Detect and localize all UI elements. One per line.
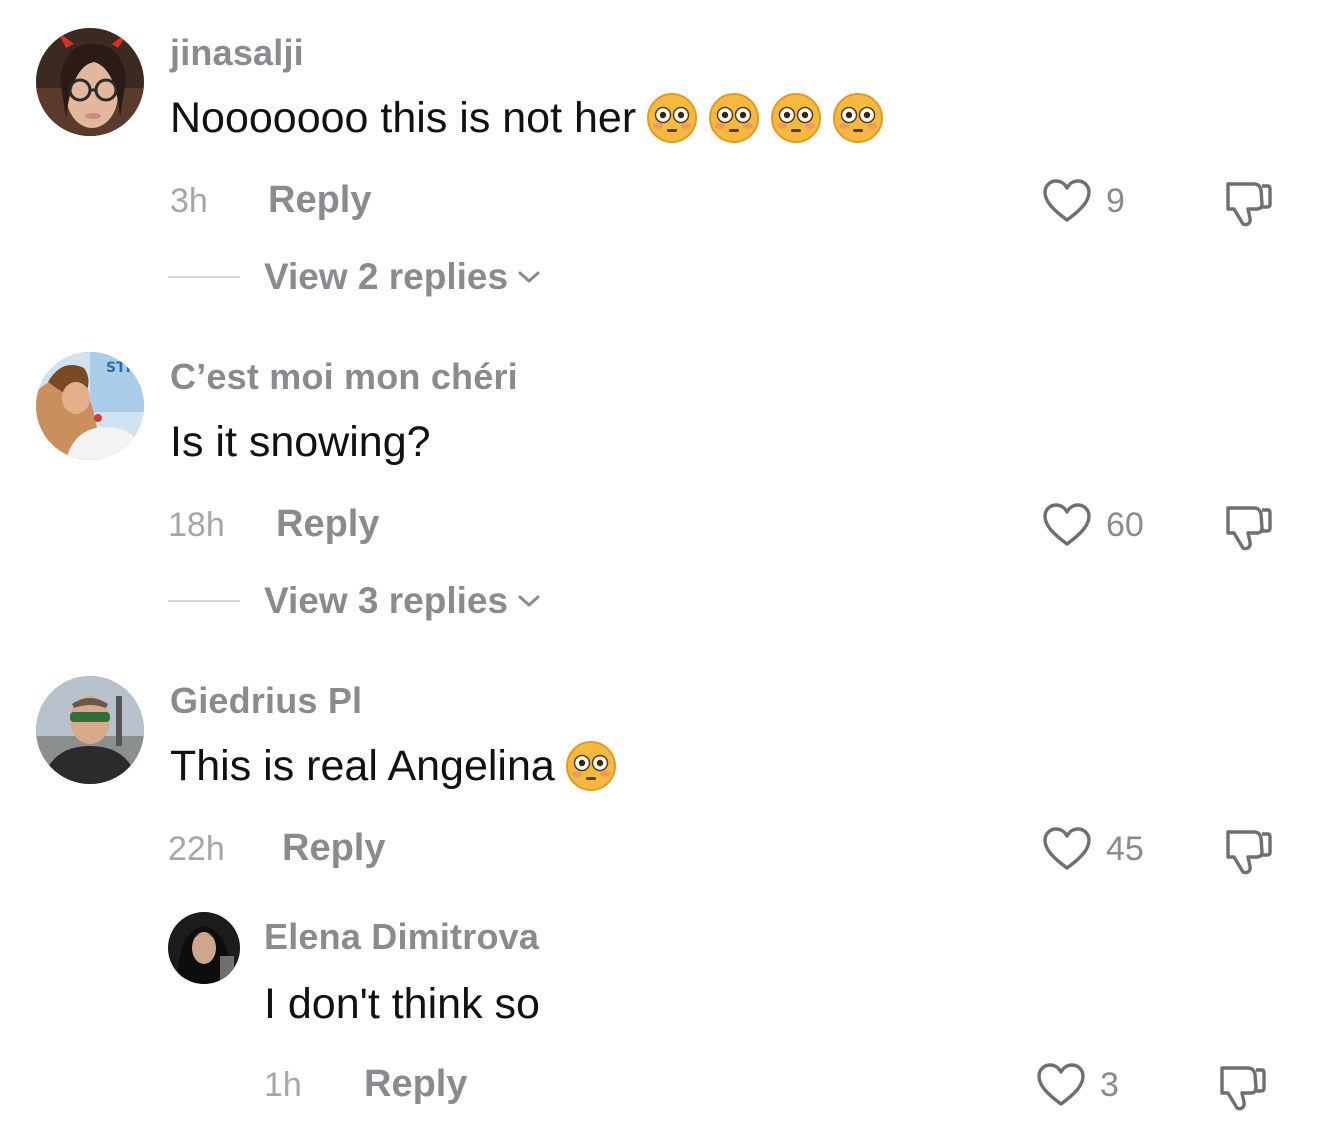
view-replies-button[interactable]: View 3 replies — [168, 580, 542, 622]
comment-text: This is real Angelina — [170, 740, 617, 792]
flushed-face-emoji — [708, 92, 760, 144]
like-button[interactable]: 45 — [1042, 826, 1144, 872]
flushed-face-emoji — [832, 92, 884, 144]
dislike-button[interactable] — [1216, 1062, 1266, 1112]
comment-timestamp: 18h — [168, 506, 225, 544]
comment-username[interactable]: Giedrius Pl — [170, 680, 362, 722]
dislike-button[interactable] — [1222, 826, 1272, 876]
heart-outline-icon — [1043, 827, 1091, 870]
like-button[interactable]: 3 — [1036, 1062, 1119, 1108]
comment-text: Is it snowing? — [170, 416, 431, 468]
flushed-face-emoji — [565, 740, 617, 792]
divider — [168, 600, 240, 602]
reply-button[interactable]: Reply — [282, 827, 385, 870]
heart-outline-icon — [1037, 1063, 1085, 1106]
view-replies-label: View 2 replies — [264, 256, 509, 297]
comment-text-content: This is real Angelina — [170, 741, 555, 790]
flushed-face-emoji — [646, 92, 698, 144]
avatar[interactable]: STIN — [36, 352, 144, 460]
comment-timestamp: 22h — [168, 830, 225, 868]
dislike-button[interactable] — [1222, 502, 1272, 552]
heart-outline-icon — [1043, 179, 1091, 222]
reply-timestamp: 1h — [264, 1066, 302, 1104]
avatar[interactable] — [36, 676, 144, 784]
like-count: 3 — [1100, 1065, 1119, 1104]
like-count: 60 — [1106, 505, 1144, 544]
thumbs-down-icon — [1226, 182, 1272, 227]
comment-text: Nooooooo this is not her — [170, 92, 884, 144]
comment-username[interactable]: C’est moi mon chéri — [170, 356, 518, 398]
reply-button[interactable]: Reply — [364, 1063, 467, 1106]
comment-timestamp: 3h — [170, 182, 208, 220]
avatar[interactable] — [168, 912, 240, 984]
thumbs-down-icon — [1220, 1066, 1266, 1111]
comment-text-content: Is it snowing? — [170, 417, 431, 466]
comment-username[interactable]: jinasalji — [170, 32, 304, 74]
like-button[interactable]: 9 — [1042, 178, 1125, 224]
thumbs-down-icon — [1226, 830, 1272, 875]
reply-button[interactable]: Reply — [268, 179, 371, 222]
heart-outline-icon — [1043, 503, 1091, 546]
view-replies-button[interactable]: View 2 replies — [168, 256, 542, 298]
chevron-down-icon — [518, 271, 540, 283]
like-count: 45 — [1106, 829, 1144, 868]
reply-button[interactable]: Reply — [276, 503, 379, 546]
divider — [168, 276, 240, 278]
reply-text: I don't think so — [264, 978, 540, 1030]
view-replies-label: View 3 replies — [264, 580, 509, 621]
svg-text:STIN: STIN — [106, 360, 143, 376]
reply-username[interactable]: Elena Dimitrova — [264, 916, 539, 958]
like-count: 9 — [1106, 181, 1125, 220]
comment-text-content: Nooooooo this is not her — [170, 93, 637, 142]
avatar[interactable] — [36, 28, 144, 136]
thumbs-down-icon — [1226, 506, 1272, 551]
like-button[interactable]: 60 — [1042, 502, 1144, 548]
chevron-down-icon — [518, 595, 540, 607]
reply-text-content: I don't think so — [264, 979, 540, 1028]
flushed-face-emoji — [770, 92, 822, 144]
dislike-button[interactable] — [1222, 178, 1272, 228]
